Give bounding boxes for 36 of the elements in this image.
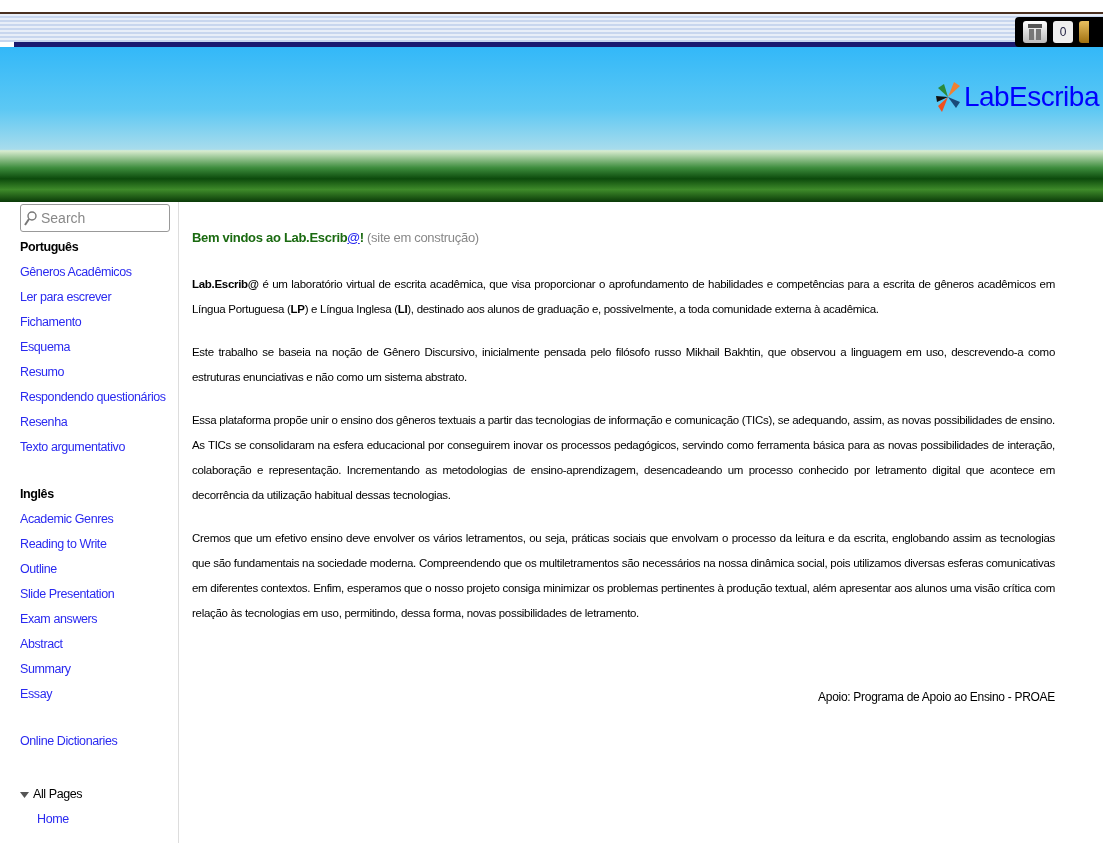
nav-link[interactable]: Essay [20,682,53,707]
collapse-triangle-icon[interactable] [20,790,29,799]
nav-link[interactable]: Summary [20,657,71,682]
nav-link[interactable]: Texto argumentativo [20,435,125,460]
toolbar-icon[interactable] [1079,21,1089,43]
tree-item[interactable]: Home [37,807,69,832]
nav-link[interactable]: Resumo [20,360,65,385]
paragraph: Lab.Escrib@ é um laboratório virtual de escrita acadêmica, que visa proporcionar o aprofundamento de habilidades e competências para a escrita de gêneros acadêmicos em Língua Portuguesa (LP) e Língua Inglesa (LI), destinado aos alunos de graduação e, possivelmente, a toda comunidade externa à acadêmica. [192,277,1055,317]
nav-link[interactable]: Online Dictionaries [20,729,118,754]
nav-link[interactable]: Gêneros Acadêmicos [20,260,132,285]
search-icon [24,211,37,226]
nav-link[interactable]: Exam answers [20,607,98,632]
tree-label[interactable]: All Pages [33,782,83,807]
nav-link[interactable]: Esquema [20,335,70,360]
table-icon[interactable] [1023,21,1047,43]
paragraph: Este trabalho se baseia na noção de Gênero Discursivo, inicialmente pensada pelo filósofo russo Mikhail Bakhtin, que observou a linguagem em uso, descrevendo-a como estruturas enunciativas e não como um sistema abstrato. [192,345,1055,385]
site-logo[interactable]: LabEscriba [963,81,1099,113]
site-link[interactable]: @ [347,230,360,245]
pinwheel-icon [933,80,962,114]
nav-link[interactable]: Respondendo questionários [20,385,166,410]
nav-link[interactable]: Outline [20,557,57,582]
nav-link[interactable]: Ler para escrever [20,285,112,310]
paragraph: Cremos que um efetivo ensino deve envolver os vários letramentos, ou seja, práticas sociais que envolvam o processo da leitura e da escrita, englobando assim as tecnologias que são fundamentais na sociedade moderna. Compreendendo que os multiletramentos são necessários na nossa dinâmica social, pois utilizamos diversas esferas comunicativas em diferentes contextos. Enfim, esperamos que o nosso projeto consiga minimizar os problemas pertinentes à produção textual, além apresentar aos alunos uma visão crítica com relação às tecnologias em uso, permitindo, dessa forma, novas possibilidades de letramento. [192,531,1055,621]
nav-link[interactable]: Academic Genres [20,507,114,532]
nav-link[interactable]: Fichamento [20,310,82,335]
nav-link[interactable]: Abstract [20,632,63,657]
nav-link[interactable]: Slide Presentation [20,582,115,607]
paragraph: Essa plataforma propõe unir o ensino dos gêneros textuais a partir das tecnologias de informação e comunicação (TICs), se adequando, assim, as novas possibilidades de ensino. As TICs se consolidaram na esfera educacional por conseguirem inovar os processos pedagógicos, servindo como ferramenta básica para as novas possibilidades de interação, colaboração e representação. Incrementando as metodologias de ensino-aprendizagem, desencadeando um processo conhecido por letramento digital que acontece em decorrência da utilização habitual dessas tecnologias. [192,413,1055,503]
section-heading: Português [20,239,80,256]
counter-badge[interactable]: 0 [1053,21,1073,43]
footer-text: Apoio: Programa de Apoio ao Ensino - PROAE [817,690,1055,704]
nav-link[interactable]: Reading to Write [20,532,107,557]
search-field[interactable]: Search [20,204,170,232]
nav-link[interactable]: Resenha [20,410,68,435]
section-heading: Inglês [20,486,55,503]
welcome-heading: Bem vindos ao Lab.Escrib@! (site em construção) [192,229,480,247]
